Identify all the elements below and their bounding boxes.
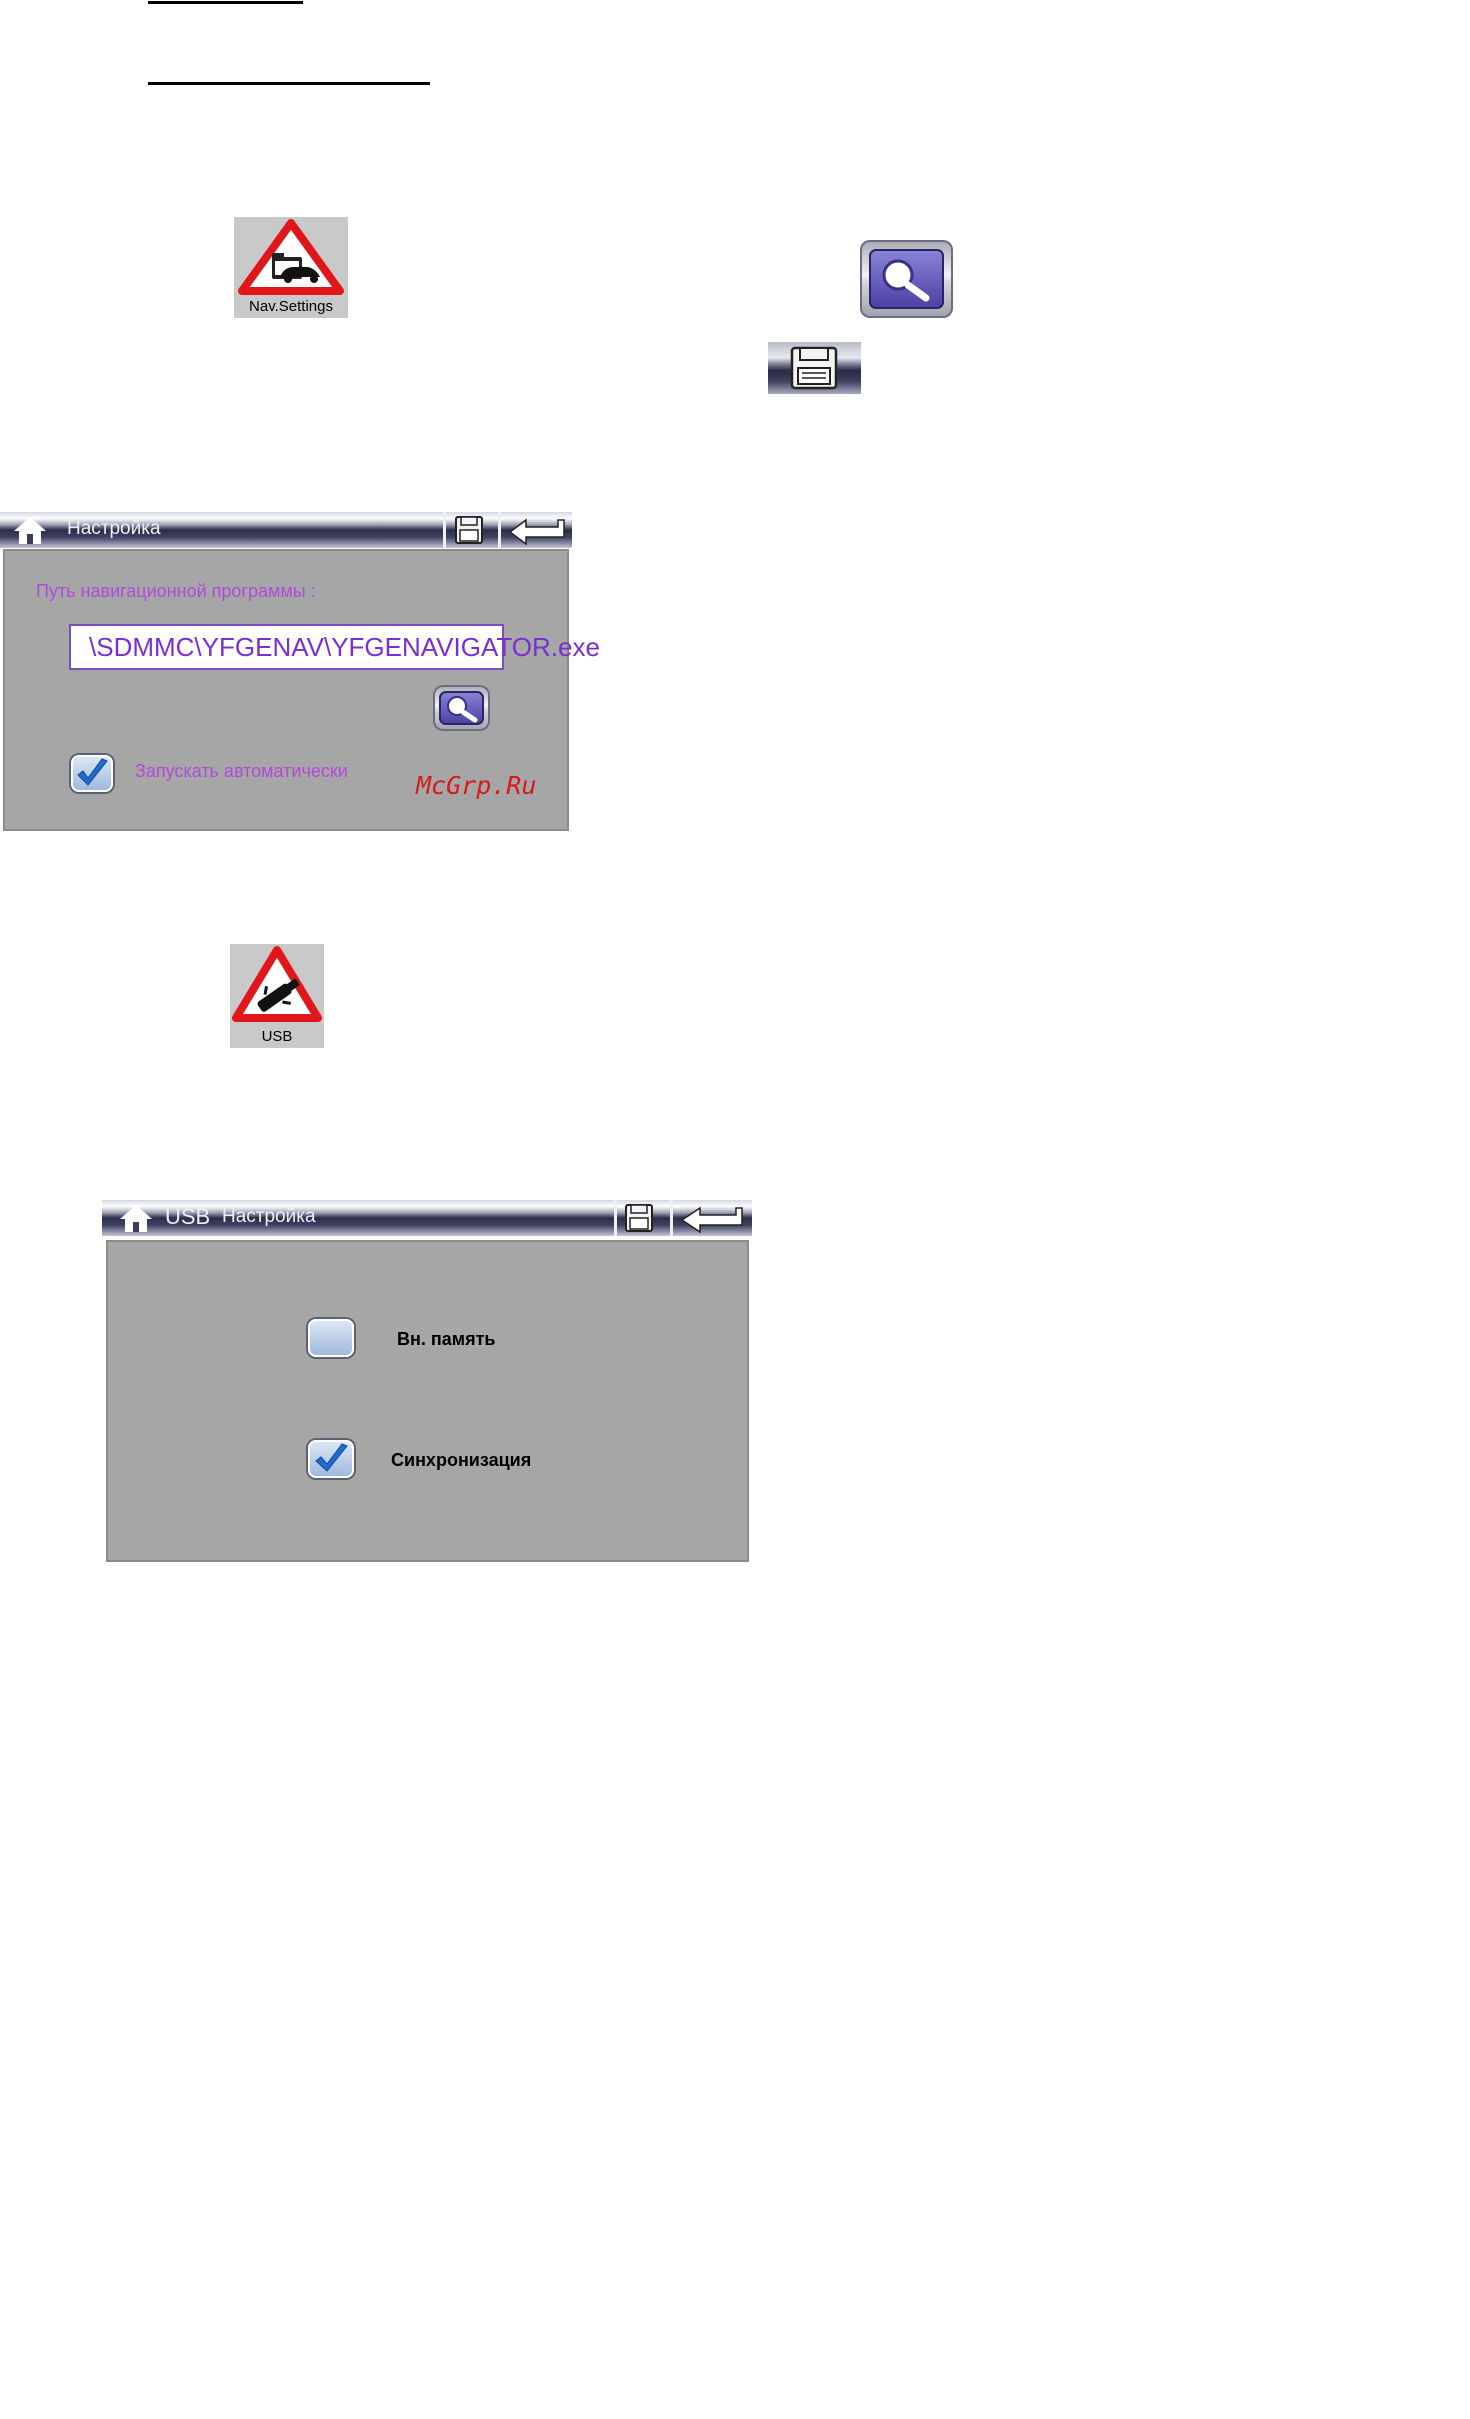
autostart-label: Запускать автоматически <box>135 761 348 781</box>
internal-memory-label: Вн. память <box>397 1329 496 1349</box>
search-button-large[interactable] <box>860 240 953 318</box>
sync-checkbox[interactable] <box>308 1440 354 1478</box>
nav-screen-titlebar: Настройка <box>0 512 572 548</box>
separator <box>498 512 501 548</box>
back-arrow-icon[interactable] <box>502 512 572 548</box>
usb-screen-panel: Вн. память Синхронизация <box>106 1240 749 1562</box>
floppy-disk-icon <box>790 346 838 390</box>
path-input[interactable]: \SDMMC\YFGENAV\YFGENAVIGATOR.exe <box>69 624 600 670</box>
sync-label: Синхронизация <box>391 1450 532 1470</box>
magnifier-icon <box>882 259 930 302</box>
underline-2 <box>148 82 430 85</box>
usb-screen-titlebar: USB Настройка <box>102 1200 752 1236</box>
floppy-disk-icon[interactable] <box>620 1200 660 1236</box>
separator <box>614 1200 617 1236</box>
floppy-disk-icon[interactable] <box>450 512 490 548</box>
internal-memory-checkbox[interactable] <box>308 1319 354 1357</box>
nav-screen-title: Настройка <box>67 518 161 539</box>
usb-tile[interactable]: USB <box>230 944 324 1048</box>
checkmark-icon <box>77 758 108 786</box>
nav-settings-tile[interactable]: Nav.Settings <box>234 217 348 318</box>
usb-warning-icon <box>232 946 322 1022</box>
car-folder-warning-icon <box>238 219 344 295</box>
search-button[interactable] <box>433 685 490 731</box>
nav-settings-label: Nav.Settings <box>249 298 333 315</box>
checkmark-icon <box>315 1443 348 1472</box>
watermark: McGrp.Ru <box>416 771 537 800</box>
back-arrow-icon[interactable] <box>674 1200 752 1236</box>
usb-label: USB <box>261 1028 293 1045</box>
home-icon[interactable] <box>10 512 50 548</box>
separator <box>670 1200 673 1236</box>
nav-screen-panel: Путь навигационной программы : \SDMMC\YF… <box>3 549 600 831</box>
usb-screen-title: Настройка <box>222 1206 316 1227</box>
save-button-large[interactable] <box>768 342 861 394</box>
separator <box>443 512 446 548</box>
magnifier-icon <box>447 696 478 723</box>
underline-1 <box>148 1 303 4</box>
usb-screen-title-prefix: USB <box>165 1204 211 1229</box>
home-icon[interactable] <box>116 1200 156 1236</box>
path-label: Путь навигационной программы : <box>36 581 316 601</box>
autostart-checkbox[interactable] <box>71 755 113 792</box>
